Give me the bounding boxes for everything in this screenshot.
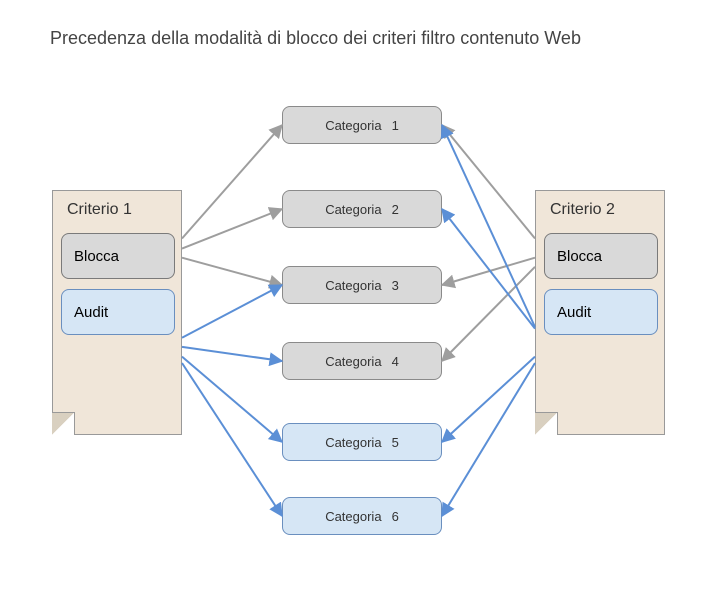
policy-2-audit-label: Audit — [557, 304, 591, 321]
category-label: Categoria — [325, 354, 381, 369]
category-2-box: Categoria 2 — [282, 190, 442, 228]
category-1-box: Categoria 1 — [282, 106, 442, 144]
policy-2-audit-mode: Audit — [544, 289, 658, 335]
arrow-p2-audit-to-c5 — [442, 357, 535, 442]
category-number: 6 — [392, 509, 399, 524]
category-number: 5 — [392, 435, 399, 450]
category-label: Categoria — [325, 118, 381, 133]
policy-1-box: Criterio 1 Blocca Audit — [52, 190, 182, 435]
category-label: Categoria — [325, 278, 381, 293]
arrow-p1-audit-to-c3 — [182, 285, 282, 338]
policy-1-block-label: Blocca — [74, 248, 119, 265]
arrow-p2-audit-to-c6 — [442, 363, 535, 516]
policy-2-block-mode: Blocca — [544, 233, 658, 279]
category-number: 4 — [392, 354, 399, 369]
category-label: Categoria — [325, 509, 381, 524]
arrow-p1-block-to-c1 — [182, 125, 282, 239]
arrow-p1-audit-to-c4 — [182, 347, 282, 361]
category-label: Categoria — [325, 202, 381, 217]
category-3-box: Categoria 3 — [282, 266, 442, 304]
arrow-p1-audit-to-c5 — [182, 357, 282, 442]
policy-2-box: Criterio 2 Blocca Audit — [535, 190, 665, 435]
policy-1-audit-label: Audit — [74, 304, 108, 321]
category-4-box: Categoria 4 — [282, 342, 442, 380]
policy-2-block-label: Blocca — [557, 248, 602, 265]
arrow-p2-block-to-c3 — [442, 258, 535, 285]
policy-1-audit-mode: Audit — [61, 289, 175, 335]
category-label: Categoria — [325, 435, 381, 450]
category-number: 3 — [392, 278, 399, 293]
arrow-p1-block-to-c2 — [182, 209, 282, 249]
arrow-p1-audit-to-c6 — [182, 363, 282, 516]
category-number: 1 — [392, 118, 399, 133]
policy-2-title: Criterio 2 — [550, 201, 664, 219]
category-number: 2 — [392, 202, 399, 217]
policy-1-block-mode: Blocca — [61, 233, 175, 279]
page-fold-icon — [535, 412, 558, 435]
category-6-box: Categoria 6 — [282, 497, 442, 535]
page-fold-icon — [52, 412, 75, 435]
diagram-title: Precedenza della modalità di blocco dei … — [50, 28, 581, 49]
arrow-p2-block-to-c1 — [442, 125, 535, 239]
arrow-p1-block-to-c3 — [182, 258, 282, 285]
arrow-p2-block-to-c4 — [442, 267, 535, 361]
arrow-p2-audit-to-c2 — [442, 209, 535, 329]
policy-1-title: Criterio 1 — [67, 201, 181, 219]
category-5-box: Categoria 5 — [282, 423, 442, 461]
arrow-p2-audit-to-c1 — [442, 125, 535, 327]
